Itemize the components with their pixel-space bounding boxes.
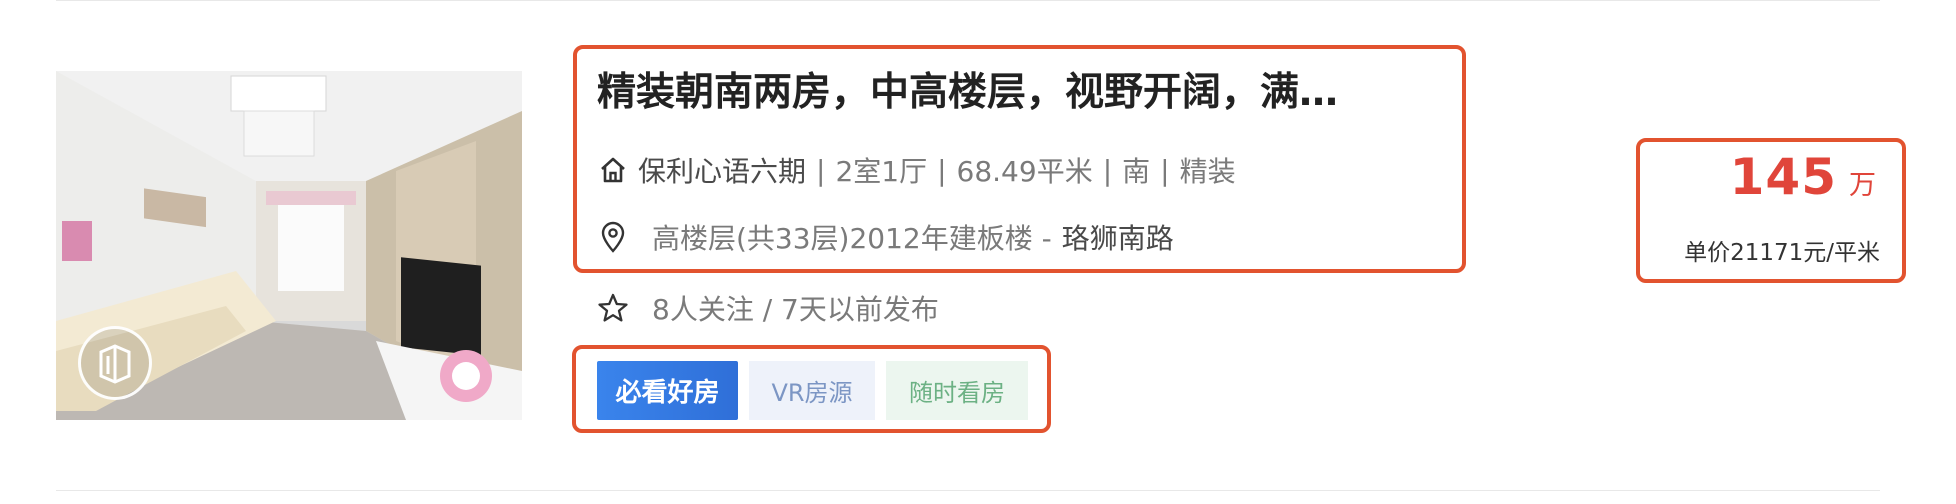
follow-info-row: 8人关注 / 7天以前发布 [596,288,939,328]
location-link[interactable]: 珞狮南路 [1062,217,1174,257]
decoration: 精装 [1179,155,1236,188]
total-price-value: 145 [1729,148,1837,206]
layout: 2室1厅 [835,155,928,188]
house-info-row: 保利心语六期 | 2室1厅 | 68.49平米 | 南 | 精装 [596,150,1236,190]
separator: | [1102,153,1113,187]
listing-thumbnail[interactable] [56,71,522,420]
follow-publish-info: 8人关注 / 7天以前发布 [652,293,939,326]
bottom-divider [56,490,1880,491]
map-pin-icon [596,220,630,254]
must-see-tag: 必看好房 [597,361,738,420]
unit-price: 单价21171元/平米 [1684,240,1880,266]
total-price: 145 万 [1730,148,1876,206]
area: 68.49平米 [956,155,1093,188]
vr-panorama-icon[interactable] [78,326,152,400]
vr-listing-tag: VR房源 [749,361,875,420]
position-info-row: 高楼层(共33层)2012年建板楼 - 珞狮南路 [596,217,1174,257]
star-icon [596,291,630,325]
floor-info: 高楼层(共33层)2012年建板楼 - [652,222,1052,255]
community-link[interactable]: 保利心语六期 [638,150,806,190]
total-price-unit: 万 [1849,170,1876,201]
orientation: 南 [1122,155,1151,188]
house-icon [596,153,630,187]
separator: | [937,153,947,187]
separator: | [816,153,826,187]
view-anytime-tag: 随时看房 [886,361,1028,420]
separator: | [1160,153,1170,187]
top-divider [56,0,1880,1]
listing-title[interactable]: 精装朝南两房，中高楼层，视野开阔，满… [597,64,1437,122]
